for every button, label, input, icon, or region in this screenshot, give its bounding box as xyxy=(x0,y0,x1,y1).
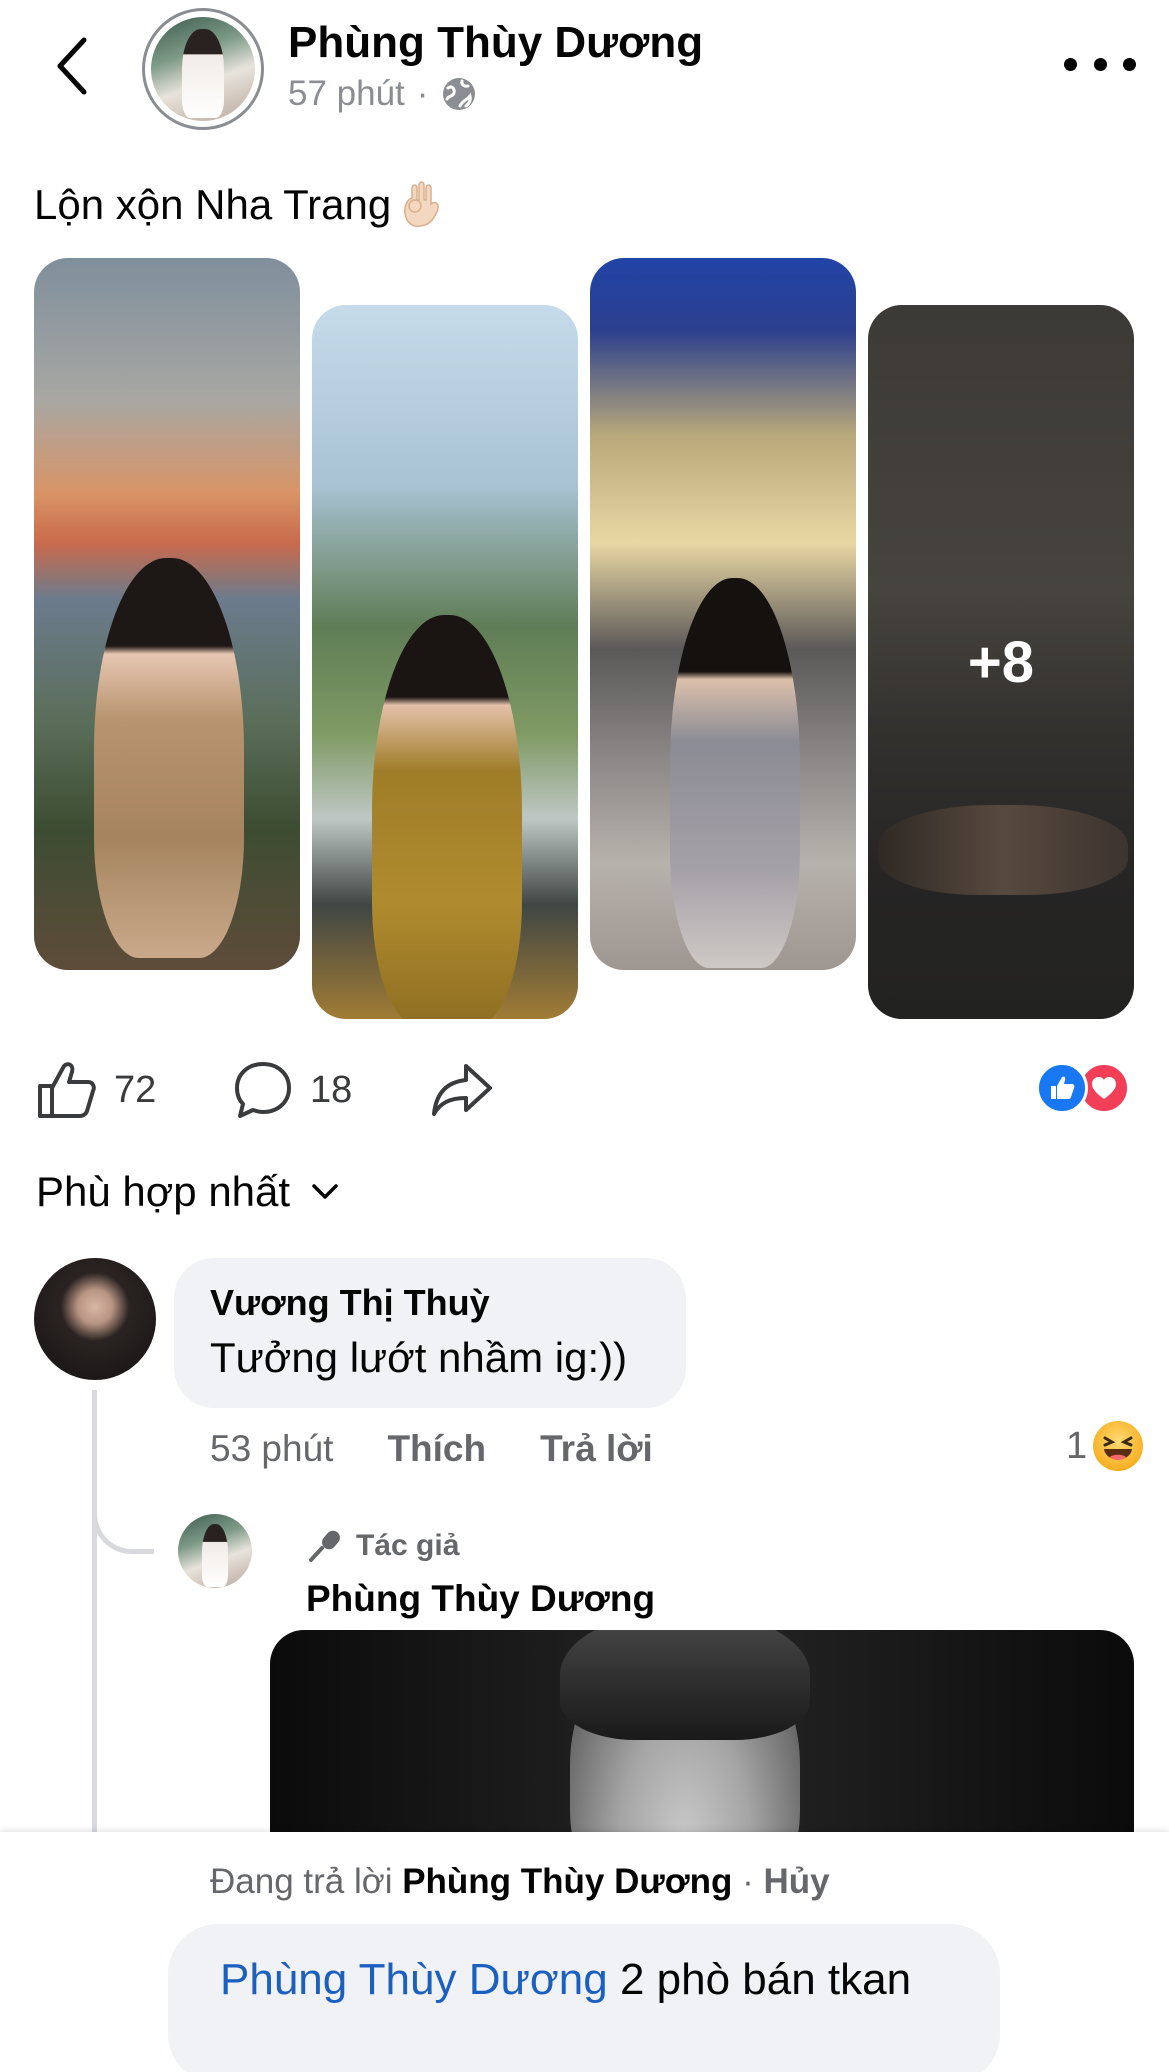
comment-like-button[interactable]: Thích xyxy=(387,1428,486,1470)
replying-prefix: Đang trả lời xyxy=(210,1862,393,1901)
cancel-reply-button[interactable]: Hủy xyxy=(764,1862,830,1901)
dot-icon xyxy=(1064,57,1077,71)
sort-label: Phù hợp nhất xyxy=(36,1168,291,1215)
post-photo-3[interactable] xyxy=(590,258,856,970)
comment-reaction-count: 1 xyxy=(1066,1424,1088,1467)
chevron-down-icon xyxy=(312,1184,338,1199)
comment-sort-dropdown[interactable]: Phù hợp nhất xyxy=(36,1168,340,1216)
author-avatar-image xyxy=(151,17,255,121)
author-name[interactable]: Phùng Thùy Dương xyxy=(288,18,703,68)
like-button[interactable]: 72 xyxy=(34,1050,156,1130)
globe-icon xyxy=(440,75,478,113)
author-badge-label: Tác giả xyxy=(356,1529,460,1562)
comment-reactions[interactable]: 1 xyxy=(1066,1416,1144,1476)
post-caption-text: Lộn xộn Nha Trang xyxy=(34,181,392,228)
microphone-icon xyxy=(309,1530,340,1562)
post-header: Phùng Thùy Dương 57 phút · xyxy=(0,0,1169,140)
post-meta: 57 phút · xyxy=(288,74,478,114)
author-badge: Tác giả xyxy=(306,1528,459,1564)
mention-tag[interactable]: Phùng Thùy Dương xyxy=(220,1955,608,2004)
like-reaction-icon xyxy=(1036,1062,1088,1114)
comment-time: 53 phút xyxy=(210,1428,334,1469)
comment-text: Tưởng lướt nhầm ig:)) xyxy=(210,1334,628,1381)
comment-reply-button[interactable]: Trả lời xyxy=(540,1428,653,1470)
reply-image-hair xyxy=(560,1630,810,1740)
post-caption: Lộn xộn Nha Trang xyxy=(34,180,445,230)
post-photo-more[interactable]: +8 xyxy=(868,305,1134,1019)
thread-line xyxy=(92,1390,97,1832)
dot-icon xyxy=(1123,57,1136,71)
comment-bubble-icon xyxy=(235,1062,291,1118)
reply-author-avatar[interactable] xyxy=(178,1514,252,1588)
replying-to-name: Phùng Thùy Dương xyxy=(402,1862,733,1901)
more-options-button[interactable] xyxy=(1064,44,1136,84)
comment-input-text: 2 phò bán tkan xyxy=(607,1955,912,2004)
reaction-summary[interactable] xyxy=(1036,1062,1136,1116)
thread-connector xyxy=(92,1486,154,1554)
commenter-name[interactable]: Vương Thị Thuỳ xyxy=(210,1282,650,1324)
hand-emoji-icon xyxy=(399,180,445,230)
back-button[interactable] xyxy=(44,30,100,102)
comment-input[interactable]: Phùng Thùy Dương 2 phò bán tkan xyxy=(168,1924,1000,2072)
reply-author-name[interactable]: Phùng Thùy Dương xyxy=(306,1578,655,1620)
dot-icon xyxy=(1093,57,1107,71)
comment-count: 18 xyxy=(310,1068,353,1111)
author-avatar[interactable] xyxy=(142,8,264,130)
replying-separator: · xyxy=(742,1862,754,1901)
comment-meta: 53 phút Thích Trả lời xyxy=(210,1424,653,1474)
post-action-bar: 72 18 xyxy=(0,1050,1169,1130)
comment-bubble[interactable]: Vương Thị Thuỳ Tưởng lướt nhầm ig:)) xyxy=(174,1258,686,1408)
comment-button[interactable]: 18 xyxy=(232,1050,352,1130)
post-time[interactable]: 57 phút xyxy=(288,74,405,114)
more-photos-count: +8 xyxy=(967,629,1035,695)
post-photo-1[interactable] xyxy=(34,258,300,970)
commenter-avatar[interactable] xyxy=(34,1258,156,1380)
chevron-left-icon xyxy=(57,37,87,95)
post-photo-2[interactable] xyxy=(312,305,578,1019)
more-photos-overlay: +8 xyxy=(868,305,1134,1019)
replying-to-bar: Đang trả lời Phùng Thùy Dương · Hủy xyxy=(210,1862,830,1902)
reply-composer: Đang trả lời Phùng Thùy Dương · Hủy Phùn… xyxy=(0,1832,1169,2072)
like-count: 72 xyxy=(114,1068,157,1111)
share-arrow-icon xyxy=(432,1064,492,1116)
haha-reaction-icon xyxy=(1093,1421,1144,1471)
share-button[interactable] xyxy=(430,1050,494,1130)
thumbs-up-icon xyxy=(38,1062,96,1118)
meta-separator: · xyxy=(416,74,429,113)
